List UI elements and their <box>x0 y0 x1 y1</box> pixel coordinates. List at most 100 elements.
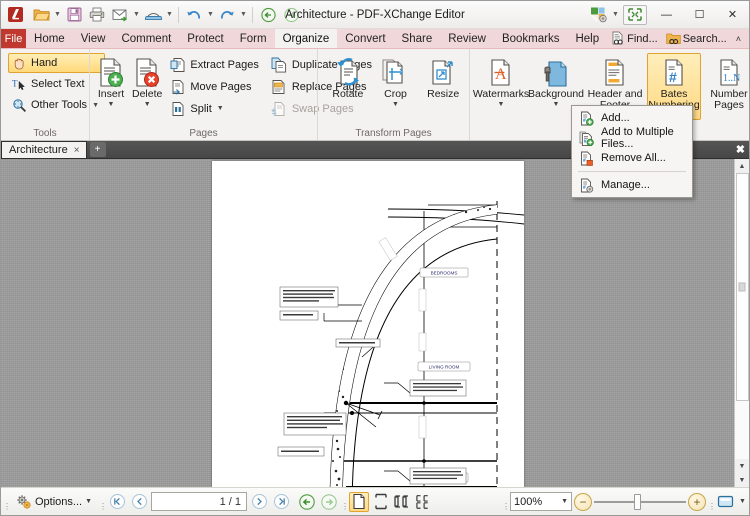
tab-help[interactable]: Help <box>567 29 607 48</box>
menu-item-add[interactable]: # Add... <box>572 108 692 128</box>
delete-pages-caret-icon[interactable]: ▼ <box>144 101 151 108</box>
vertical-scrollbar[interactable]: ▲ ▼ ▼ <box>734 159 749 487</box>
maximize-button[interactable]: ☐ <box>683 1 716 28</box>
find-button[interactable]: Find... <box>607 31 661 46</box>
last-page-button[interactable] <box>271 492 291 512</box>
move-pages-button[interactable]: Move Pages <box>166 76 265 97</box>
toolbar-grip-1[interactable]: ⋮ <box>3 493 11 511</box>
watermarks-button[interactable]: A Watermarks ▼ <box>473 53 529 109</box>
application-window: ▼ ▼ ▼ ▼ ▼ Architecture - PDF-XChange Edi… <box>0 0 750 516</box>
insert-pages-button[interactable]: Insert ▼ <box>94 53 128 109</box>
prev-page-button[interactable] <box>129 492 149 512</box>
number-pages-button[interactable]: 1..N Number Pages <box>702 53 750 112</box>
search-button[interactable]: Search... <box>663 31 730 46</box>
split-pages-icon <box>169 100 186 117</box>
email-icon[interactable] <box>109 4 131 26</box>
print-icon[interactable] <box>86 4 108 26</box>
continuous-page-view-button[interactable] <box>371 492 391 512</box>
extract-pages-button[interactable]: Extract Pages <box>166 54 265 75</box>
undo-icon[interactable] <box>183 4 205 26</box>
document-tab-close-icon[interactable]: × <box>72 145 82 156</box>
zoom-level-combobox[interactable]: 100% ▼ <box>510 492 572 511</box>
toolbar-grip-3[interactable]: ⋮ <box>341 493 349 511</box>
toolbar-grip-4[interactable]: ⋮ <box>502 493 510 511</box>
tab-home[interactable]: Home <box>26 29 73 48</box>
menu-separator <box>578 171 686 172</box>
crop-pages-button[interactable]: Crop ▼ <box>374 53 418 109</box>
crop-caret-icon[interactable]: ▼ <box>392 101 399 108</box>
document-view[interactable]: BEDROOMS LIVING ROOM BASEMENT <box>1 159 749 487</box>
fullscreen-icon[interactable] <box>623 4 647 25</box>
collapse-ribbon-icon[interactable]: ˄ <box>732 34 745 44</box>
two-page-continuous-view-button[interactable] <box>415 492 435 512</box>
split-caret-icon[interactable]: ▼ <box>217 105 224 112</box>
customize-icon[interactable] <box>587 4 611 26</box>
next-view-icon[interactable] <box>280 4 302 26</box>
options-button[interactable]: Options... ▼ <box>11 491 97 513</box>
insert-pages-caret-icon[interactable]: ▼ <box>108 101 115 108</box>
prev-view-button[interactable] <box>297 492 317 512</box>
zoom-out-button[interactable]: − <box>574 492 592 511</box>
open-icon[interactable] <box>30 4 52 26</box>
zoom-in-button[interactable]: + <box>688 492 706 511</box>
zoom-dropdown-caret-icon[interactable]: ▼ <box>561 498 568 505</box>
bates-add-multiple-icon: # <box>578 130 594 146</box>
new-document-tab-button[interactable]: + <box>89 142 106 157</box>
tab-comment[interactable]: Comment <box>113 29 179 48</box>
close-document-button[interactable]: ✖ <box>736 143 745 156</box>
zoom-slider-thumb[interactable] <box>634 493 641 510</box>
next-view-button[interactable] <box>319 492 339 512</box>
tab-share[interactable]: Share <box>394 29 441 48</box>
next-page-button[interactable] <box>249 492 269 512</box>
menu-item-manage[interactable]: # Manage... <box>572 175 692 195</box>
menu-item-remove-all[interactable]: # Remove All... <box>572 148 692 168</box>
scan-icon[interactable] <box>142 4 164 26</box>
pdf-page[interactable]: BEDROOMS LIVING ROOM BASEMENT <box>211 161 524 487</box>
split-pages-button[interactable]: Split ▼ <box>166 98 265 119</box>
single-page-view-button[interactable] <box>349 491 370 512</box>
minimize-button[interactable]: — <box>650 1 683 28</box>
undo-caret-icon[interactable]: ▼ <box>206 4 215 26</box>
save-icon[interactable] <box>63 4 85 26</box>
tab-protect[interactable]: Protect <box>179 29 231 48</box>
previous-view-icon[interactable] <box>257 4 279 26</box>
first-page-button[interactable] <box>107 492 127 512</box>
options-caret-icon[interactable]: ▼ <box>85 498 92 505</box>
toolbar-grip-2[interactable]: ⋮ <box>99 493 107 511</box>
scan-caret-icon[interactable]: ▼ <box>165 4 174 26</box>
page-number-input[interactable]: 1 / 1 <box>151 492 248 511</box>
close-button[interactable]: ✕ <box>716 1 749 28</box>
scrollbar-grip-icon <box>738 282 746 292</box>
fit-page-button[interactable] <box>716 492 736 512</box>
scrollbar-track[interactable] <box>734 173 749 459</box>
tab-view[interactable]: View <box>73 29 114 48</box>
two-page-view-button[interactable] <box>393 492 413 512</box>
scroll-up-icon[interactable]: ▲ <box>734 159 749 173</box>
tab-bookmarks[interactable]: Bookmarks <box>494 29 568 48</box>
tab-review[interactable]: Review <box>440 29 494 48</box>
document-tab-architecture[interactable]: Architecture × <box>1 141 87 158</box>
open-caret-icon[interactable]: ▼ <box>53 4 62 26</box>
scroll-down-icon[interactable]: ▼ <box>734 459 749 473</box>
watermarks-caret-icon[interactable]: ▼ <box>498 101 505 108</box>
delete-pages-button[interactable]: Delete ▼ <box>130 53 164 109</box>
zoom-slider-track[interactable] <box>594 493 686 510</box>
background-button[interactable]: Background ▼ <box>528 53 584 109</box>
menu-item-add-multiple[interactable]: # Add to Multiple Files... <box>572 126 692 150</box>
email-caret-icon[interactable]: ▼ <box>132 4 141 26</box>
tab-file[interactable]: File <box>1 29 27 48</box>
resize-pages-button[interactable]: Resize <box>421 53 465 101</box>
fit-caret-icon[interactable]: ▼ <box>738 491 747 513</box>
tab-form[interactable]: Form <box>232 29 275 48</box>
rotate-pages-button[interactable]: Rotate <box>326 53 370 101</box>
scroll-next-page-icon[interactable]: ▼ <box>734 473 749 487</box>
tab-convert[interactable]: Convert <box>337 29 393 48</box>
customize-caret-icon[interactable]: ▼ <box>611 4 620 26</box>
app-logo-icon <box>4 4 26 26</box>
redo-icon[interactable] <box>216 4 238 26</box>
tab-organize[interactable]: Organize <box>274 29 338 48</box>
background-caret-icon[interactable]: ▼ <box>553 101 560 108</box>
scrollbar-thumb[interactable] <box>735 173 749 401</box>
toolbar-grip-5[interactable]: ⋮ <box>708 493 716 511</box>
redo-caret-icon[interactable]: ▼ <box>239 4 248 26</box>
